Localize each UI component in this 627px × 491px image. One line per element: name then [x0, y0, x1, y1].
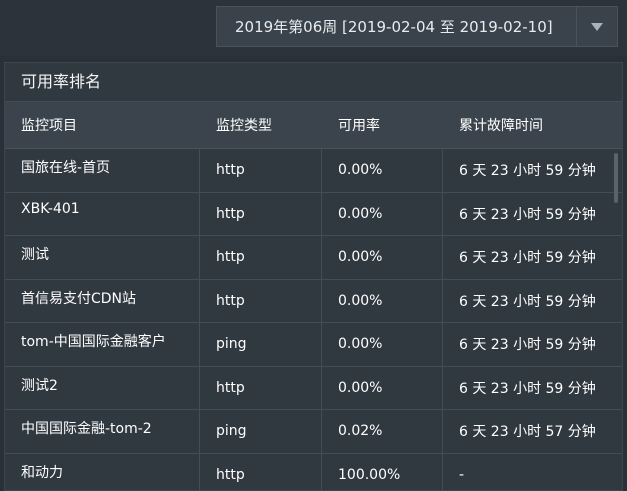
- week-select[interactable]: 2019年第06周 [2019-02-04 至 2019-02-10]: [216, 6, 618, 47]
- table-row[interactable]: XBK-401 http 0.00% 6 天 23 小时 59 分钟: [5, 192, 622, 236]
- cell-name: 和动力: [5, 453, 200, 490]
- cell-downtime: -: [459, 466, 465, 483]
- header-monitor-type[interactable]: 监控类型: [200, 115, 322, 135]
- cell-name: 中国国际金融-tom-2: [5, 410, 200, 453]
- cell-type: http: [200, 192, 322, 235]
- table-row[interactable]: 测试2 http 0.00% 6 天 23 小时 59 分钟: [5, 366, 622, 410]
- cell-name: 首信易支付CDN站: [5, 279, 200, 322]
- cell-type: ping: [200, 323, 322, 366]
- cell-type: http: [200, 279, 322, 322]
- cell-type: http: [200, 149, 322, 192]
- cell-name: tom-中国国际金融客户: [5, 323, 200, 366]
- availability-ranking-panel: 可用率排名 监控项目 监控类型 可用率 累计故障时间 国旅在线-首页 http …: [4, 62, 623, 491]
- cell-name: XBK-401: [5, 192, 200, 235]
- week-select-value[interactable]: 2019年第06周 [2019-02-04 至 2019-02-10]: [217, 16, 576, 37]
- table-row[interactable]: 和动力 http 100.00% -: [5, 453, 622, 490]
- header-availability[interactable]: 可用率: [322, 115, 443, 135]
- table-body[interactable]: 国旅在线-首页 http 0.00% 6 天 23 小时 59 分钟 XBK-4…: [5, 149, 622, 490]
- cell-rate: 0.02%: [322, 410, 443, 453]
- top-bar: 2019年第06周 [2019-02-04 至 2019-02-10]: [0, 0, 627, 56]
- cell-downtime: 6 天 23 小时 59 分钟: [459, 293, 596, 310]
- header-monitor-item[interactable]: 监控项目: [5, 115, 200, 135]
- cell-name: 国旅在线-首页: [5, 149, 200, 192]
- cell-name: 测试: [5, 236, 200, 279]
- scrollbar[interactable]: [614, 153, 618, 203]
- cell-rate: 0.00%: [322, 323, 443, 366]
- cell-rate: 100.00%: [322, 453, 443, 490]
- cell-downtime: 6 天 23 小时 59 分钟: [459, 206, 596, 223]
- table-row[interactable]: tom-中国国际金融客户 ping 0.00% 6 天 23 小时 59 分钟: [5, 323, 622, 367]
- cell-type: http: [200, 366, 322, 409]
- cell-downtime: 6 天 23 小时 59 分钟: [459, 250, 596, 267]
- triangle-down-icon: [591, 22, 603, 31]
- week-select-arrow[interactable]: [576, 7, 617, 46]
- table-row[interactable]: 首信易支付CDN站 http 0.00% 6 天 23 小时 59 分钟: [5, 279, 622, 323]
- cell-rate: 0.00%: [322, 236, 443, 279]
- cell-downtime: 6 天 23 小时 59 分钟: [459, 163, 596, 180]
- cell-rate: 0.00%: [322, 192, 443, 235]
- table-row[interactable]: 测试 http 0.00% 6 天 23 小时 59 分钟: [5, 236, 622, 280]
- cell-rate: 0.00%: [322, 279, 443, 322]
- header-downtime[interactable]: 累计故障时间: [443, 115, 613, 135]
- cell-downtime: 6 天 23 小时 57 分钟: [459, 424, 596, 441]
- panel-title: 可用率排名: [5, 63, 622, 102]
- cell-downtime: 6 天 23 小时 59 分钟: [459, 337, 596, 354]
- table-header: 监控项目 监控类型 可用率 累计故障时间: [5, 102, 622, 149]
- cell-rate: 0.00%: [322, 366, 443, 409]
- table-row[interactable]: 中国国际金融-tom-2 ping 0.02% 6 天 23 小时 57 分钟: [5, 410, 622, 454]
- cell-name: 测试2: [5, 366, 200, 409]
- cell-type: ping: [200, 410, 322, 453]
- table-row[interactable]: 国旅在线-首页 http 0.00% 6 天 23 小时 59 分钟: [5, 149, 622, 193]
- cell-type: http: [200, 453, 322, 490]
- cell-downtime: 6 天 23 小时 59 分钟: [459, 380, 596, 397]
- cell-type: http: [200, 236, 322, 279]
- cell-rate: 0.00%: [322, 149, 443, 192]
